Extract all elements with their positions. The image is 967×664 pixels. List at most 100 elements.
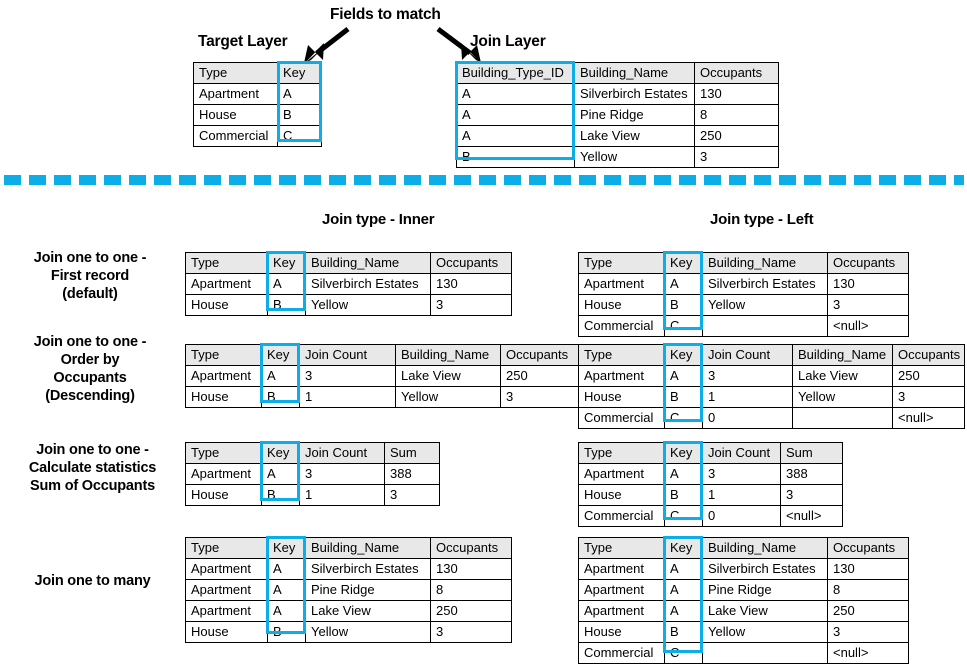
arrow-down-left-icon [304, 27, 350, 63]
table-cell: 0 [702, 407, 793, 429]
table-cell: House [185, 386, 262, 408]
table-cell: Commercial [578, 315, 665, 337]
table-cell: Yellow [792, 386, 893, 408]
table-cell: Lake View [574, 125, 695, 147]
table-row: Apartment A [193, 83, 322, 105]
table-cell: 250 [430, 600, 512, 622]
table-cell [792, 407, 893, 429]
table-header-cell: Building_Name [395, 344, 501, 366]
table-row: House B 1 Yellow 3 [578, 386, 965, 408]
table-cell: A [456, 125, 575, 147]
table-row: A Silverbirch Estates 130 [456, 83, 779, 105]
table-cell: 3 [384, 484, 440, 506]
table-cell: 3 [702, 463, 781, 485]
table-cell: A [664, 463, 703, 485]
table-cell: A [664, 579, 703, 601]
table-header-row: Type Key Building_Name Occupants [578, 537, 909, 559]
table-header-cell: Type [185, 344, 262, 366]
table-header-cell: Building_Name [305, 537, 431, 559]
table-header-cell: Building_Name [702, 252, 828, 274]
table-row: Commercial C 0 <null> [578, 407, 965, 429]
table-cell: House [578, 484, 665, 506]
table-cell: Silverbirch Estates [574, 83, 695, 105]
table-cell [702, 315, 828, 337]
table-cell: C [664, 642, 703, 664]
table-cell: 3 [827, 294, 909, 316]
table-cell: 130 [827, 558, 909, 580]
table-row: A Pine Ridge 8 [456, 104, 779, 126]
table-header-row: Type Key Building_Name Occupants [185, 537, 512, 559]
table-cell: House [578, 294, 665, 316]
table-cell: Apartment [578, 365, 665, 387]
table-header-cell: Type [185, 252, 268, 274]
table-cell: Yellow [574, 146, 695, 168]
table-header-cell: Key [664, 537, 703, 559]
table-cell: 130 [694, 83, 779, 105]
table-cell: Commercial [578, 407, 665, 429]
table-cell: Silverbirch Estates [305, 273, 431, 295]
table-cell: C [664, 505, 703, 527]
table-header-cell: Occupants [892, 344, 965, 366]
table-cell: Pine Ridge [574, 104, 695, 126]
table-cell: 388 [780, 463, 843, 485]
table-cell: Apartment [578, 558, 665, 580]
table-cell: Silverbirch Estates [305, 558, 431, 580]
table-header-cell: Join Count [702, 344, 793, 366]
table-row: Apartment A Silverbirch Estates 130 [185, 273, 512, 295]
table-cell: C [277, 125, 322, 147]
table-cell: 1 [702, 386, 793, 408]
table-row: Commercial C [193, 125, 322, 147]
table-cell: 1 [299, 484, 385, 506]
table-cell: 3 [694, 146, 779, 168]
table-header-cell: Occupants [430, 252, 512, 274]
table-cell: House [578, 621, 665, 643]
table-cell: <null> [892, 407, 965, 429]
table-header-cell: Key [267, 537, 306, 559]
inner-one-to-many-table: Type Key Building_Name Occupants Apartme… [185, 537, 512, 643]
table-row: Apartment A 3 388 [578, 463, 843, 485]
table-cell: Yellow [702, 294, 828, 316]
table-cell: A [261, 463, 300, 485]
table-row: Apartment A Pine Ridge 8 [578, 579, 909, 601]
table-row: Commercial C <null> [578, 642, 909, 664]
table-cell: Apartment [193, 83, 278, 105]
table-header-row: Type Key Building_Name Occupants [578, 252, 909, 274]
table-cell: 3 [702, 365, 793, 387]
table-cell: 3 [780, 484, 843, 506]
table-header-row: Type Key Join Count Building_Name Occupa… [185, 344, 582, 366]
diagram-canvas: Fields to match Target Layer Join Layer … [0, 0, 967, 664]
table-cell: Yellow [305, 621, 431, 643]
table-cell: A [267, 600, 306, 622]
table-row: A Lake View 250 [456, 125, 779, 147]
table-cell: A [267, 579, 306, 601]
table-row: Apartment A Silverbirch Estates 130 [578, 558, 909, 580]
table-cell [702, 642, 828, 664]
table-cell: A [277, 83, 322, 105]
table-cell: B [267, 294, 306, 316]
section-title-left: Join type - Left [710, 211, 814, 228]
table-cell: B [261, 386, 300, 408]
table-cell: House [185, 621, 268, 643]
table-cell: 8 [694, 104, 779, 126]
table-cell: 250 [694, 125, 779, 147]
table-cell: Apartment [185, 365, 262, 387]
table-cell: Yellow [305, 294, 431, 316]
table-cell: Silverbirch Estates [702, 273, 828, 295]
table-cell: B [277, 104, 322, 126]
table-cell: 3 [430, 621, 512, 643]
table-cell: 250 [827, 600, 909, 622]
table-row: Apartment A Silverbirch Estates 130 [185, 558, 512, 580]
table-cell: House [578, 386, 665, 408]
table-row: House B 1 Yellow 3 [185, 386, 582, 408]
table-header-cell: Occupants [430, 537, 512, 559]
table-cell: A [456, 104, 575, 126]
table-header-cell: Join Count [702, 442, 781, 464]
inner-order-by-table: Type Key Join Count Building_Name Occupa… [185, 344, 582, 408]
table-cell: Lake View [702, 600, 828, 622]
table-header-cell: Key [664, 344, 703, 366]
table-cell: 250 [892, 365, 965, 387]
table-header-cell: Building_Name [702, 537, 828, 559]
left-order-by-table: Type Key Join Count Building_Name Occupa… [578, 344, 965, 429]
table-header-cell: Building_Type_ID [456, 62, 575, 84]
table-cell: Lake View [305, 600, 431, 622]
